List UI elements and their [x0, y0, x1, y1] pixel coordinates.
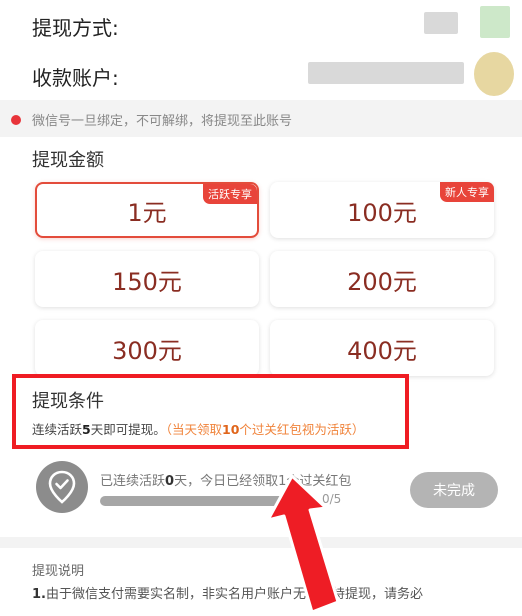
conditions-text-mid: 天即可提现。 [90, 422, 166, 437]
explanation-text: 1.由于微信支付需要实名制，非实名用户账户无法支持提现，请务必 [32, 583, 423, 602]
receive-account-value-blurred [308, 62, 464, 84]
incomplete-status-button[interactable]: 未完成 [410, 472, 498, 508]
conditions-text-pre: 连续活跃 [32, 422, 83, 437]
amount-option-label: 1元 [127, 198, 167, 227]
amount-option-100[interactable]: 100元 新人专享 [270, 182, 494, 238]
amount-option-1[interactable]: 1元 活跃专享 [35, 182, 259, 238]
progress-bar [100, 496, 318, 506]
amount-option-label: 300元 [112, 336, 182, 365]
amount-option-label: 150元 [112, 267, 182, 296]
explanation-body: 由于微信支付需要实名制，非实名用户账户无法支持提现，请务必 [45, 587, 423, 602]
amount-option-label: 100元 [347, 198, 417, 227]
progress-text-mid: 天，今日已经领取 [174, 474, 279, 489]
conditions-text: 连续活跃5天即可提现。（当天领取10个过关红包视为活跃） [32, 419, 364, 438]
withdraw-method-value-blurred [424, 12, 458, 34]
receive-account-label: 收款账户: [32, 66, 119, 90]
amount-option-300[interactable]: 300元 [35, 320, 259, 376]
conditions-days: 5 [82, 422, 91, 437]
amount-option-150[interactable]: 150元 [35, 251, 259, 307]
amount-option-tag: 活跃专享 [203, 184, 257, 204]
conditions-note-pre: （当天领取 [165, 422, 222, 437]
explanation-title: 提现说明 [32, 564, 85, 579]
amount-section-title: 提现金额 [32, 150, 104, 171]
progress-active-days: 0 [165, 474, 175, 489]
progress-text-post: 个过关红包 [286, 474, 352, 489]
amount-option-label: 400元 [347, 336, 417, 365]
conditions-note-count: 10 [222, 422, 240, 437]
withdraw-method-label: 提现方式: [32, 16, 119, 40]
amount-option-label: 200元 [347, 267, 417, 296]
conditions-title: 提现条件 [32, 391, 104, 412]
amount-option-tag: 新人专享 [440, 182, 494, 202]
conditions-note: （当天领取10个过关红包视为活跃） [166, 422, 365, 437]
bind-notice: 微信号一旦绑定，不可解绑，将提现至此账号 [32, 114, 293, 129]
amount-option-400[interactable]: 400元 [270, 320, 494, 376]
conditions-note-post: 个过关红包视为活跃） [239, 422, 365, 437]
wechat-icon-blurred [480, 6, 510, 38]
avatar [474, 52, 514, 96]
explanation-num: 1. [32, 587, 46, 602]
progress-text-pre: 已连续活跃 [100, 474, 166, 489]
progress-count: 0/5 [322, 492, 342, 506]
notice-dot-icon [11, 115, 21, 125]
explanation-panel [0, 548, 522, 616]
location-check-icon [36, 461, 88, 513]
progress-status-text: 已连续活跃0天，今日已经领取1个过关红包 [100, 470, 351, 489]
amount-option-200[interactable]: 200元 [270, 251, 494, 307]
